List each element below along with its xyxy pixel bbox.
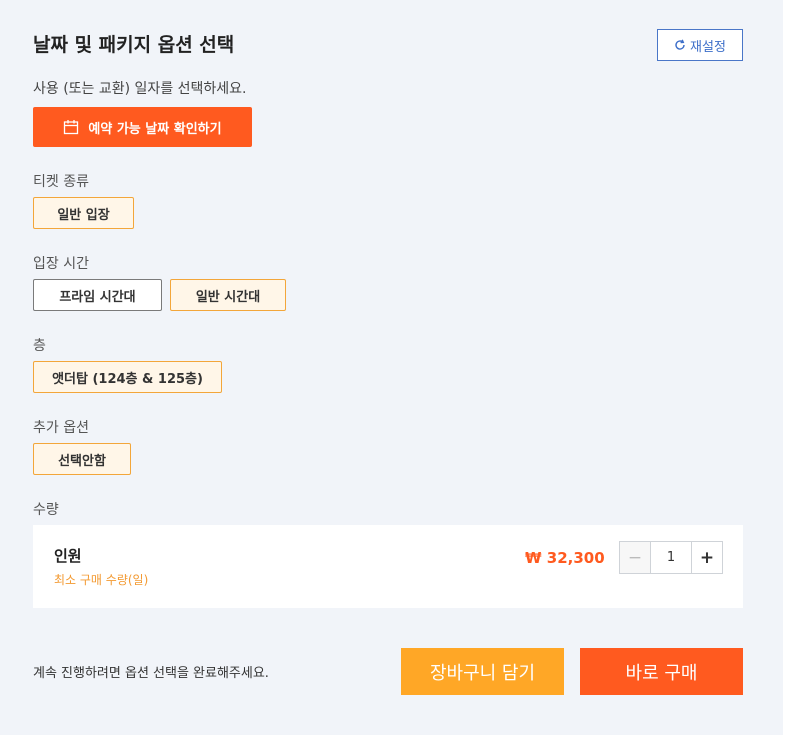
page-title: 날짜 및 패키지 옵션 선택: [33, 34, 235, 56]
quantity-value[interactable]: 1: [651, 542, 691, 573]
quantity-item-name: 인원: [54, 547, 82, 565]
ticket-type-label: 티켓 종류: [33, 174, 89, 190]
buy-now-button[interactable]: 바로 구매: [580, 648, 743, 695]
option-general-time[interactable]: 일반 시간대: [170, 279, 286, 311]
quantity-card: 인원 최소 구매 수량(일) ₩ 32,300 − 1 +: [33, 525, 743, 608]
quantity-stepper: − 1 +: [619, 541, 723, 574]
check-dates-label: 예약 가능 날짜 확인하기: [88, 121, 222, 137]
option-at-the-top[interactable]: 앳더탑 (124층 & 125층): [33, 361, 222, 393]
option-prime-time[interactable]: 프라임 시간대: [33, 279, 162, 311]
decrement-button[interactable]: −: [620, 542, 651, 573]
floor-label: 층: [33, 338, 46, 354]
completion-notice: 계속 진행하려면 옵션 선택을 완료해주세요.: [33, 666, 269, 681]
calendar-icon: [64, 120, 79, 135]
option-general-admission[interactable]: 일반 입장: [33, 197, 134, 229]
quantity-label: 수량: [33, 502, 59, 518]
item-price: ₩ 32,300: [525, 549, 605, 567]
increment-button[interactable]: +: [691, 542, 722, 573]
add-to-cart-button[interactable]: 장바구니 담기: [401, 648, 564, 695]
check-dates-button[interactable]: 예약 가능 날짜 확인하기: [33, 107, 252, 147]
date-instruction: 사용 (또는 교환) 일자를 선택하세요.: [33, 81, 247, 97]
options-panel: 날짜 및 패키지 옵션 선택 재설정 사용 (또는 교환) 일자를 선택하세요.…: [0, 0, 783, 735]
reset-button-label: 재설정: [690, 39, 726, 55]
extra-option-label: 추가 옵션: [33, 420, 89, 436]
entry-time-label: 입장 시간: [33, 256, 89, 272]
reset-button[interactable]: 재설정: [657, 29, 743, 61]
refresh-icon: [675, 39, 685, 50]
option-none[interactable]: 선택안함: [33, 443, 131, 475]
minimum-purchase-note: 최소 구매 수량(일): [54, 573, 149, 587]
